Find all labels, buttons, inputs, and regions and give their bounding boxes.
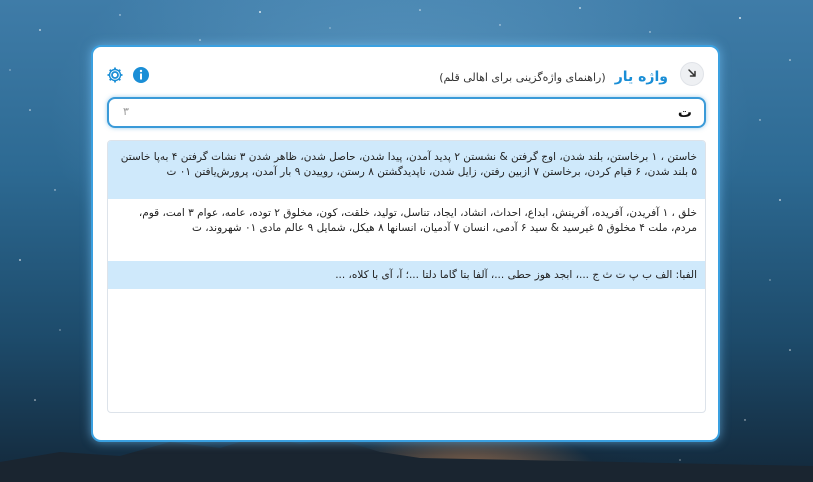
result-item[interactable]: خلق ، ۱ آفریدن، آفریده، آفرینش، ابداع، ا…	[108, 199, 705, 261]
result-item[interactable]: خاستن ، ۱ برخاستن، بلند شدن، اوج گرفتن &…	[108, 141, 705, 199]
result-item[interactable]: الفبا: الف ب پ ت ث ج ...، ابجد هوز حطی .…	[108, 261, 705, 289]
app-title: واژه یار (راهنمای واژه‌گزینی برای اهالی …	[439, 66, 668, 85]
gear-icon[interactable]	[106, 66, 124, 84]
app-name: واژه یار	[614, 69, 668, 85]
collapse-arrow-icon	[688, 69, 696, 77]
collapse-button[interactable]	[680, 62, 704, 86]
search-box: ۳	[107, 97, 706, 128]
app-window: واژه یار (راهنمای واژه‌گزینی برای اهالی …	[91, 45, 720, 442]
header: واژه یار (راهنمای واژه‌گزینی برای اهالی …	[93, 59, 718, 91]
app-subtitle: (راهنمای واژه‌گزینی برای اهالی قلم)	[439, 71, 606, 84]
info-icon[interactable]	[132, 66, 150, 84]
result-count: ۳	[123, 105, 129, 118]
results-list: خاستن ، ۱ برخاستن، بلند شدن، اوج گرفتن &…	[107, 140, 706, 413]
search-input[interactable]	[119, 99, 694, 126]
